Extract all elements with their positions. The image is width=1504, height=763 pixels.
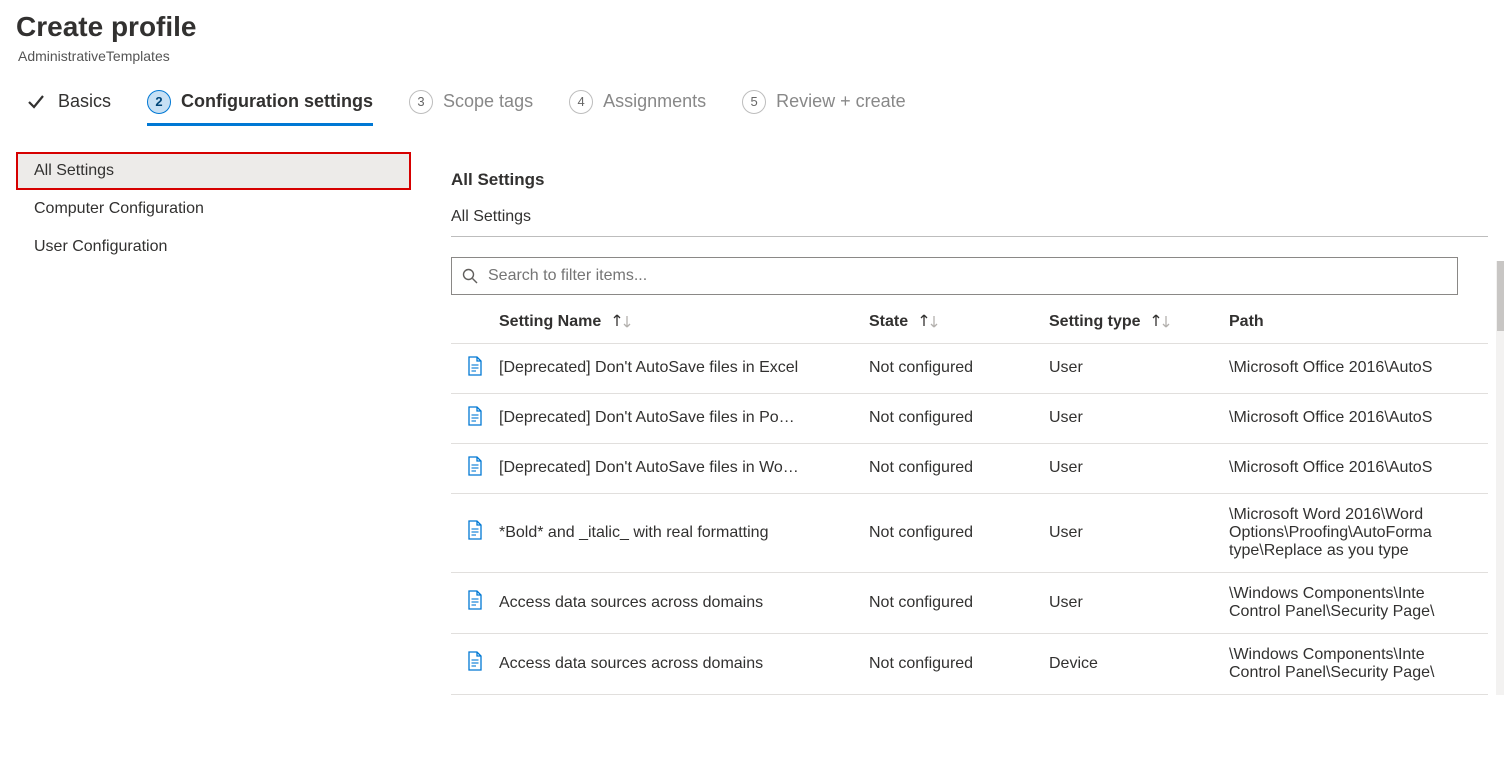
column-label: Setting Name [499, 313, 601, 330]
cell-path: \Microsoft Word 2016\Word Options\Proofi… [1229, 493, 1488, 572]
step-label: Basics [58, 91, 111, 112]
sort-icon [612, 314, 632, 328]
table-row[interactable]: *Bold* and _italic_ with real formatting… [451, 493, 1488, 572]
cell-state: Not configured [869, 393, 1049, 443]
settings-tree: All Settings Computer Configuration User… [16, 148, 411, 695]
document-icon [467, 520, 483, 545]
cell-setting-name: *Bold* and _italic_ with real formatting [499, 493, 869, 572]
cell-setting-name: [Deprecated] Don't AutoSave files in Po… [499, 393, 869, 443]
wizard-steps: Basics 2 Configuration settings 3 Scope … [24, 90, 1488, 124]
cell-setting-name: [Deprecated] Don't AutoSave files in Exc… [499, 343, 869, 393]
scrollbar[interactable] [1496, 261, 1504, 695]
cell-state: Not configured [869, 572, 1049, 633]
step-review-create[interactable]: 5 Review + create [742, 90, 906, 124]
column-label: Path [1229, 313, 1264, 330]
step-configuration-settings[interactable]: 2 Configuration settings [147, 90, 373, 124]
step-label: Assignments [603, 91, 706, 112]
document-icon [467, 356, 483, 381]
search-input[interactable] [486, 266, 1447, 286]
document-icon [467, 456, 483, 481]
table-row[interactable]: [Deprecated] Don't AutoSave files in Wo…… [451, 443, 1488, 493]
document-icon [467, 651, 483, 676]
cell-path: \Microsoft Office 2016\AutoS [1229, 343, 1488, 393]
cell-setting-type: User [1049, 572, 1229, 633]
step-assignments[interactable]: 4 Assignments [569, 90, 706, 124]
cell-setting-name: Access data sources across domains [499, 572, 869, 633]
cell-state: Not configured [869, 493, 1049, 572]
page-title: Create profile [16, 10, 1488, 44]
cell-setting-type: User [1049, 493, 1229, 572]
cell-state: Not configured [869, 443, 1049, 493]
step-label: Configuration settings [181, 91, 373, 112]
step-number-badge: 2 [147, 90, 171, 114]
step-number-badge: 4 [569, 90, 593, 114]
scrollbar-thumb[interactable] [1497, 261, 1504, 331]
table-row[interactable]: Access data sources across domains Not c… [451, 572, 1488, 633]
checkmark-icon [24, 90, 48, 114]
sidebar-item-label: Computer Configuration [34, 200, 204, 217]
sort-icon [1151, 314, 1171, 328]
cell-setting-type: User [1049, 443, 1229, 493]
column-header-setting-type[interactable]: Setting type [1049, 301, 1229, 344]
sidebar-item-all-settings[interactable]: All Settings [16, 152, 411, 190]
search-box[interactable] [451, 257, 1458, 295]
cell-setting-type: Device [1049, 633, 1229, 694]
search-icon [462, 268, 478, 284]
cell-path: \Windows Components\Inte Control Panel\S… [1229, 633, 1488, 694]
cell-setting-type: User [1049, 343, 1229, 393]
sidebar-item-user-configuration[interactable]: User Configuration [16, 228, 411, 266]
step-scope-tags[interactable]: 3 Scope tags [409, 90, 533, 124]
table-row[interactable]: [Deprecated] Don't AutoSave files in Exc… [451, 343, 1488, 393]
step-label: Review + create [776, 91, 906, 112]
column-header-setting-name[interactable]: Setting Name [499, 301, 869, 344]
step-number-badge: 5 [742, 90, 766, 114]
breadcrumb: All Settings [451, 208, 1488, 226]
table-row[interactable]: [Deprecated] Don't AutoSave files in Po…… [451, 393, 1488, 443]
sidebar-item-label: All Settings [34, 162, 114, 179]
document-icon [467, 406, 483, 431]
sort-icon [919, 314, 939, 328]
cell-path: \Microsoft Office 2016\AutoS [1229, 393, 1488, 443]
step-label: Scope tags [443, 91, 533, 112]
settings-table: Setting Name State [451, 301, 1488, 695]
cell-state: Not configured [869, 633, 1049, 694]
cell-setting-type: User [1049, 393, 1229, 443]
cell-path: \Windows Components\Inte Control Panel\S… [1229, 572, 1488, 633]
sidebar-item-computer-configuration[interactable]: Computer Configuration [16, 190, 411, 228]
column-header-path[interactable]: Path [1229, 301, 1488, 344]
cell-state: Not configured [869, 343, 1049, 393]
step-number-badge: 3 [409, 90, 433, 114]
section-title: All Settings [451, 170, 1488, 190]
cell-path: \Microsoft Office 2016\AutoS [1229, 443, 1488, 493]
column-label: State [869, 313, 908, 330]
cell-setting-name: [Deprecated] Don't AutoSave files in Wo… [499, 443, 869, 493]
sidebar-item-label: User Configuration [34, 238, 167, 255]
cell-setting-name: Access data sources across domains [499, 633, 869, 694]
divider [451, 236, 1488, 237]
column-header-state[interactable]: State [869, 301, 1049, 344]
page-subtitle: AdministrativeTemplates [18, 48, 1488, 64]
step-basics[interactable]: Basics [24, 90, 111, 124]
document-icon [467, 590, 483, 615]
column-label: Setting type [1049, 313, 1141, 330]
table-row[interactable]: Access data sources across domains Not c… [451, 633, 1488, 694]
